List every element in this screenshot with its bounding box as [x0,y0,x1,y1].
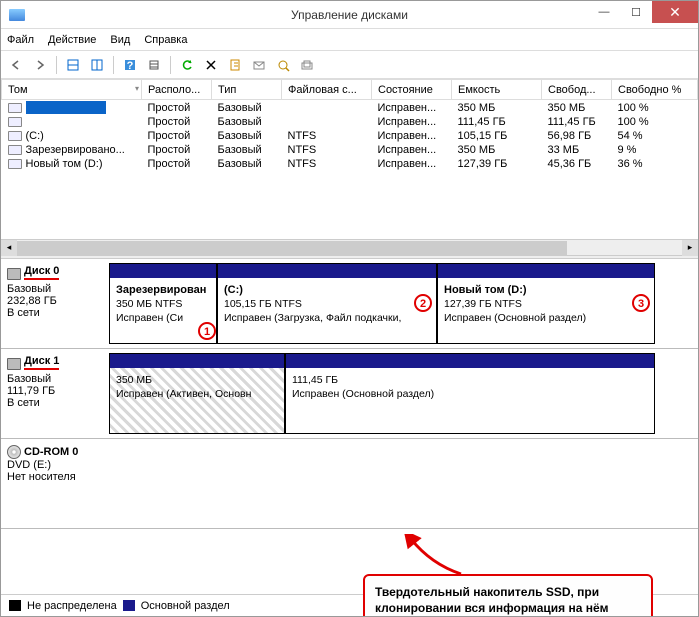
annotation-number-icon: 1 [198,322,216,340]
legend-swatch-primary [123,600,135,611]
back-button[interactable] [5,54,27,76]
column-header[interactable]: Тип [212,80,282,100]
volume-icon [8,159,22,169]
scroll-thumb[interactable] [17,241,567,255]
toolbar: ? [1,51,698,79]
table-row[interactable]: Зарезервировано...ПростойБазовыйNTFSИспр… [2,143,698,157]
column-header[interactable]: Свобод... [542,80,612,100]
disk-info[interactable]: Диск 1Базовый111,79 ГБВ сети [1,349,109,438]
disk-pane: Диск 0Базовый232,88 ГБВ сетиЗарезервиров… [1,259,698,579]
settings-button[interactable] [143,54,165,76]
column-header[interactable]: Состояние [372,80,452,100]
annotation-number-icon: 2 [414,294,432,312]
column-header[interactable]: Свободно % [612,80,698,100]
action-button-1[interactable] [248,54,270,76]
scroll-right-icon[interactable]: ▸ [682,240,698,256]
minimize-button[interactable]: — [588,1,620,23]
volume-icon [8,117,22,127]
properties-button[interactable] [224,54,246,76]
menu-view[interactable]: Вид [110,34,130,46]
action-button-3[interactable] [296,54,318,76]
volume-icon [8,131,22,141]
partition[interactable]: 350 МБИсправен (Активен, Основн [109,353,285,434]
column-header[interactable]: Файловая с... [282,80,372,100]
scroll-left-icon[interactable]: ◂ [1,240,17,256]
window-buttons: — ☐ ✕ [588,1,698,23]
volume-icon [8,103,22,113]
volumes-table-wrap: Том▾Располо...ТипФайловая с...СостояниеЕ… [1,79,698,239]
menu-action[interactable]: Действие [48,34,96,46]
table-row[interactable]: ПростойБазовыйИсправен...111,45 ГБ111,45… [2,115,698,129]
table-row[interactable]: ПростойБазовыйИсправен...350 МБ350 МБ100… [2,100,698,116]
annotation-box: Твердотельный накопитель SSD, при клонир… [363,574,653,616]
cdrom-icon [7,445,21,459]
layout-button-2[interactable] [86,54,108,76]
menu-file[interactable]: Файл [7,34,34,46]
disk-icon [7,358,21,370]
annotation-number-icon: 3 [632,294,650,312]
disk-info[interactable]: Диск 0Базовый232,88 ГБВ сети [1,259,109,348]
close-button[interactable]: ✕ [652,1,698,23]
disk-row: Диск 1Базовый111,79 ГБВ сети350 МБИсправ… [1,349,698,439]
partition[interactable]: 111,45 ГБИсправен (Основной раздел) [285,353,655,434]
content-area: Том▾Располо...ТипФайловая с...СостояниеЕ… [1,79,698,616]
partition[interactable]: Новый том (D:)127,39 ГБ NTFSИсправен (Ос… [437,263,655,344]
menubar: Файл Действие Вид Справка [1,29,698,51]
maximize-button[interactable]: ☐ [620,1,652,23]
table-row[interactable]: Новый том (D:)ПростойБазовыйNTFSИсправен… [2,157,698,171]
layout-button-1[interactable] [62,54,84,76]
delete-button[interactable] [200,54,222,76]
menu-help[interactable]: Справка [144,34,187,46]
disk-info[interactable]: CD-ROM 0DVD (E:)Нет носителя [1,439,109,528]
table-row[interactable]: (C:)ПростойБазовыйNTFSИсправен...105,15 … [2,129,698,143]
column-header[interactable]: Том▾ [2,80,142,100]
volume-icon [8,145,22,155]
disk-icon [7,268,21,280]
forward-button[interactable] [29,54,51,76]
column-header[interactable]: Располо... [142,80,212,100]
horizontal-scrollbar[interactable]: ◂ ▸ [1,239,698,255]
disk-row: Диск 0Базовый232,88 ГБВ сетиЗарезервиров… [1,259,698,349]
partition[interactable]: Зарезервирован350 МБ NTFSИсправен (Си1 [109,263,217,344]
column-header[interactable]: Емкость [452,80,542,100]
legend-label-unallocated: Не распределена [27,600,117,612]
disk-row: CD-ROM 0DVD (E:)Нет носителя [1,439,698,529]
partition[interactable]: (C:)105,15 ГБ NTFSИсправен (Загрузка, Фа… [217,263,437,344]
svg-text:?: ? [127,60,134,72]
legend-label-primary: Основной раздел [141,600,230,612]
legend-swatch-unallocated [9,600,21,611]
refresh-button[interactable] [176,54,198,76]
volumes-table: Том▾Располо...ТипФайловая с...СостояниеЕ… [1,79,698,171]
action-button-2[interactable] [272,54,294,76]
titlebar: Управление дисками — ☐ ✕ [1,1,698,29]
help-button[interactable]: ? [119,54,141,76]
